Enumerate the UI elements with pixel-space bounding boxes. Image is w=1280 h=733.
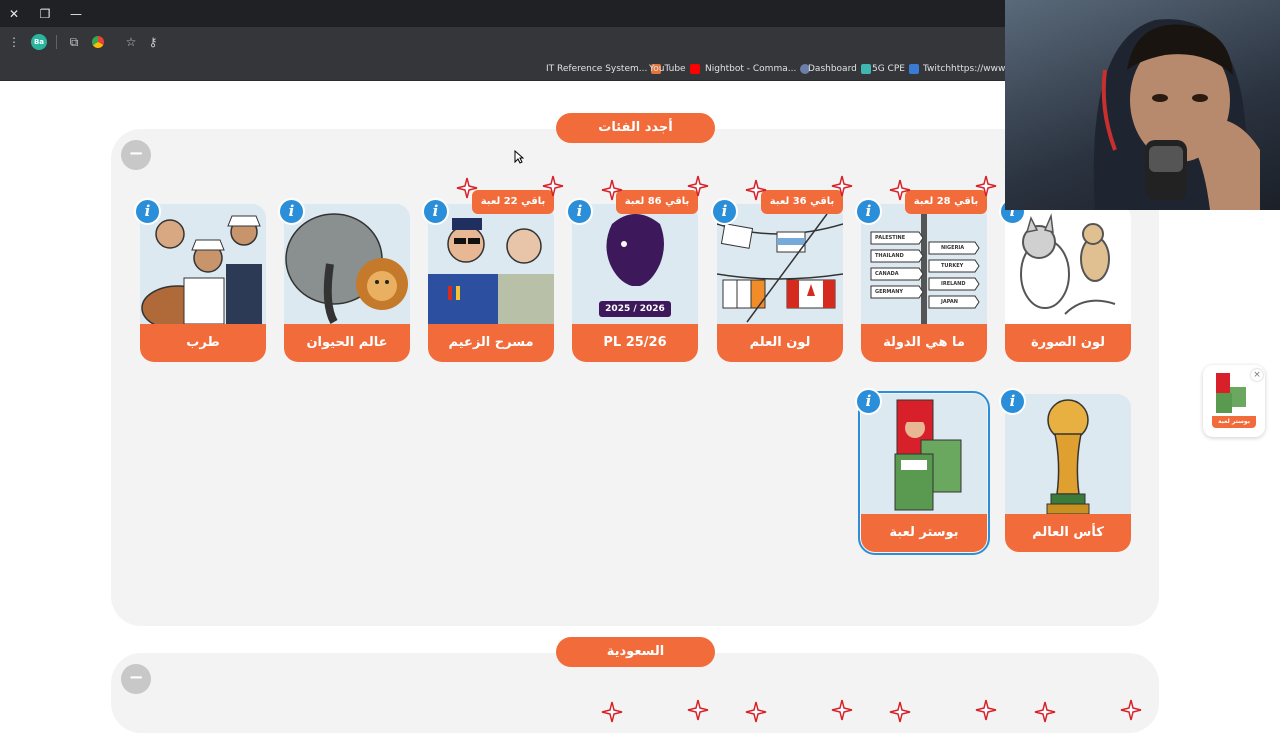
card-art-elephant-lion xyxy=(284,204,410,324)
bookmark-label: 5G CPE xyxy=(872,64,905,74)
signpost-palestine: PALESTINE xyxy=(875,235,906,241)
bookmark-label: IT Reference System... xyxy=(546,64,648,74)
info-icon[interactable]: i xyxy=(422,198,449,225)
signpost-nigeria: NIGERIA xyxy=(941,245,965,251)
collapse-section-button[interactable]: − xyxy=(121,664,151,694)
sparkle-icon xyxy=(745,179,767,201)
sparkle-icon xyxy=(601,179,623,201)
card-art-world-cup-trophy xyxy=(1005,394,1131,514)
restore-window-icon[interactable]: ❐ xyxy=(36,5,54,23)
profile-avatar[interactable]: Ba xyxy=(31,34,47,50)
close-thumbnail-icon[interactable]: × xyxy=(1251,369,1263,381)
floating-game-poster-thumbnail[interactable]: × بوستر لعبة xyxy=(1203,365,1265,437)
signpost-germany: GERMANY xyxy=(875,289,904,295)
close-window-icon[interactable]: ✕ xyxy=(5,5,23,23)
mouse-cursor-icon xyxy=(514,150,524,164)
sparkle-icon xyxy=(831,699,853,721)
card-label: ما هي الدولة xyxy=(861,324,987,362)
category-card-image-color[interactable]: لون الصورة xyxy=(1005,204,1131,362)
card-art-two-men xyxy=(428,204,554,324)
card-label: بوستر لعبة xyxy=(861,514,987,552)
info-icon[interactable]: i xyxy=(566,198,593,225)
thumbnail-poster-art xyxy=(1216,373,1246,413)
card-label: PL 25/26 xyxy=(572,324,698,362)
bookmark-star-icon[interactable]: ☆ xyxy=(122,33,140,51)
info-icon[interactable]: i xyxy=(134,198,161,225)
section-title-saudi: السعودية xyxy=(556,637,715,667)
card-art-singers xyxy=(140,204,266,324)
card-label: لون العلم xyxy=(717,324,843,362)
router-icon xyxy=(908,64,919,74)
card-art-flags xyxy=(717,204,843,324)
sparkle-icon xyxy=(542,175,564,197)
extensions-icon[interactable]: ⧉ xyxy=(65,33,83,51)
collapse-section-button[interactable]: − xyxy=(121,140,151,170)
toolbar-divider xyxy=(56,35,57,49)
info-icon[interactable]: i xyxy=(855,198,882,225)
category-card-leader-theater[interactable]: مسرح الزعيم xyxy=(428,204,554,362)
signpost-turkey: TURKEY xyxy=(941,263,964,269)
card-label: كأس العالم xyxy=(1005,514,1131,552)
sparkle-icon xyxy=(687,699,709,721)
signpost-thailand: THAILAND xyxy=(875,253,904,259)
season-badge: 2025 / 2026 xyxy=(599,301,671,317)
category-card-world-cup[interactable]: كأس العالم xyxy=(1005,394,1131,552)
menu-dots-icon[interactable]: ⋮ xyxy=(5,33,23,51)
dashboard-icon xyxy=(860,64,871,74)
sparkle-icon xyxy=(1120,699,1142,721)
remaining-games-ribbon: باقي 86 لعبة xyxy=(616,190,698,214)
bookmark-5g-cpe[interactable]: 5G CPE xyxy=(872,61,919,77)
bookmark-label: Nightbot - Comma... xyxy=(705,64,797,74)
bookmark-dashboard[interactable]: Dashboard xyxy=(808,61,871,77)
sparkle-icon xyxy=(975,175,997,197)
category-card-flag-color[interactable]: لون العلم xyxy=(717,204,843,362)
signpost-ireland: IRELAND xyxy=(941,281,966,287)
minimize-window-icon[interactable]: — xyxy=(67,5,85,23)
sparkle-icon xyxy=(889,179,911,201)
password-key-icon[interactable]: ⚷ xyxy=(144,33,162,51)
section-title-newest: أجدد الفئات xyxy=(556,113,715,143)
bookmark-nightbot[interactable]: Nightbot - Comma... xyxy=(705,61,811,77)
bookmark-it-reference[interactable]: IT Reference System... xyxy=(546,61,662,77)
card-art-signpost: PALESTINE THAILAND CANADA GERMANY NIGERI… xyxy=(861,204,987,324)
chrome-icon[interactable] xyxy=(92,36,104,48)
youtube-icon xyxy=(689,64,700,74)
card-label: طرب xyxy=(140,324,266,362)
sparkle-icon xyxy=(831,175,853,197)
card-art-premier-league-lion: 2025 / 2026 xyxy=(572,204,698,324)
info-icon[interactable]: i xyxy=(855,388,882,415)
category-card-premier-league[interactable]: 2025 / 2026 PL 25/26 xyxy=(572,204,698,362)
signpost-japan: JAPAN xyxy=(941,299,958,305)
sparkle-icon xyxy=(687,175,709,197)
signpost-canada: CANADA xyxy=(875,271,899,277)
info-icon[interactable]: i xyxy=(999,388,1026,415)
sparkle-icon xyxy=(975,699,997,721)
card-label: عالم الحيوان xyxy=(284,324,410,362)
card-label: مسرح الزعيم xyxy=(428,324,554,362)
webcam-overlay xyxy=(1005,0,1280,210)
bookmark-youtube[interactable]: YouTube xyxy=(649,61,700,77)
sparkle-icon xyxy=(456,177,478,199)
card-label: لون الصورة xyxy=(1005,324,1131,362)
card-art-cartoon-cat-mouse xyxy=(1005,204,1131,324)
bookmark-label: Dashboard xyxy=(808,64,857,74)
info-icon[interactable]: i xyxy=(278,198,305,225)
card-art-game-posters xyxy=(861,394,987,514)
bookmark-label: YouTube xyxy=(649,64,686,74)
category-card-game-poster[interactable]: بوستر لعبة xyxy=(858,391,990,555)
category-card-which-country[interactable]: PALESTINE THAILAND CANADA GERMANY NIGERI… xyxy=(861,204,987,362)
thumbnail-label: بوستر لعبة xyxy=(1212,416,1256,428)
info-icon[interactable]: i xyxy=(711,198,738,225)
category-card-animal-world[interactable]: عالم الحيوان xyxy=(284,204,410,362)
category-card-tarab[interactable]: طرب xyxy=(140,204,266,362)
